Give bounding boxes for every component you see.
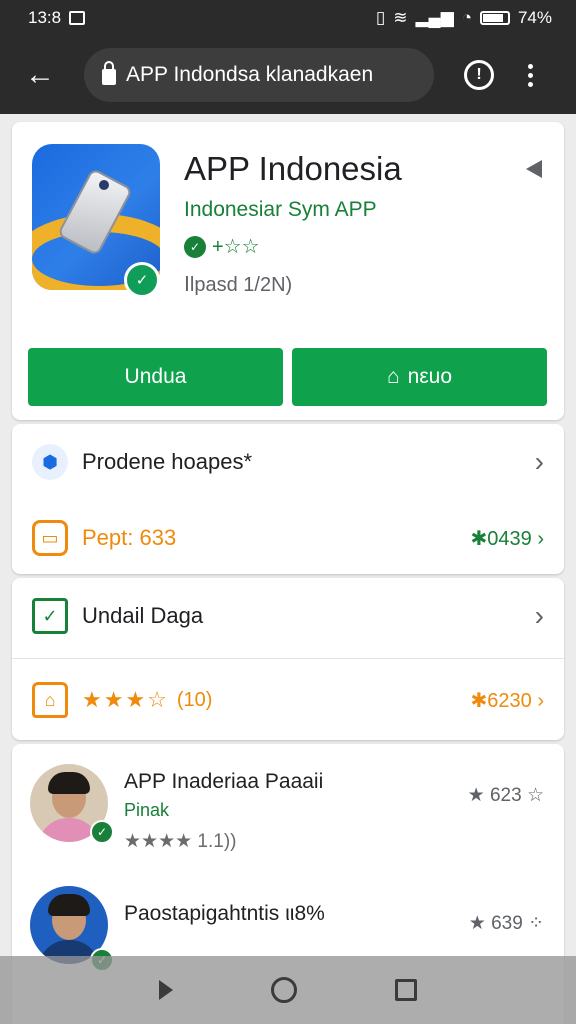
app-developer[interactable]: Indonesiar Sym APP — [184, 198, 377, 222]
back-arrow-icon[interactable]: ← — [16, 51, 64, 99]
alarm-icon: ◔ — [461, 8, 472, 27]
url-bar[interactable]: APP Indondsa klanadkaen — [84, 48, 434, 102]
rating-count: (10) — [176, 688, 213, 711]
browser-toolbar: ← APP Indondsa klanadkaen ! — [0, 36, 576, 114]
rating-stars: ★★★☆ — [82, 687, 169, 712]
install-label: Undua — [124, 365, 187, 388]
editor-choice-icon: ✓ — [184, 235, 206, 258]
lock-outline-icon: ⌂ — [32, 682, 68, 718]
install-button[interactable]: Undua — [28, 348, 283, 406]
rating-stars: +☆☆ — [212, 236, 260, 258]
review-stars: ★★★★ 1.1)) — [124, 831, 237, 852]
app-meta: Ⅰlpasd 1/2N) — [184, 274, 293, 296]
checkbox-icon: ✓ — [32, 598, 68, 634]
app-header-card: ✓ APP Indonesia Indonesiar Sym APP ✓ +☆☆… — [12, 122, 564, 420]
signal-icon: ▂▄▆ — [415, 8, 454, 27]
home-icon: ⌂ — [386, 365, 400, 388]
verified-check-icon: ✓ — [90, 820, 114, 844]
chevron-right-icon: › — [534, 446, 544, 477]
review-author: APP Inaderiaa Paaaii — [124, 770, 324, 793]
review-subtitle: Pinak — [124, 800, 170, 820]
open-button[interactable]: ⌂ nεuo — [292, 348, 547, 406]
ratings-row[interactable]: ✓ Undail Daga › — [12, 578, 564, 654]
chevron-right-icon: › — [534, 600, 544, 631]
page-content: ✓ APP Indonesia Indonesiar Sym APP ✓ +☆☆… — [0, 114, 576, 1024]
share-icon[interactable] — [526, 160, 542, 178]
app-rating: ✓ +☆☆ — [184, 234, 260, 259]
info-row[interactable]: ▭ Pept: 633 ✱0439 › — [12, 500, 564, 576]
battery-icon — [479, 11, 510, 25]
review-score: ★ 623 ☆ — [467, 785, 544, 806]
wifi-icon: ≋ — [393, 8, 408, 27]
nav-home-icon[interactable] — [271, 977, 297, 1003]
update-icon[interactable]: ! — [464, 60, 494, 90]
details-row[interactable]: ⬢ Prodene hoapes* › — [12, 424, 564, 500]
battery-level: 74% — [517, 8, 552, 27]
wallet-icon: ▭ — [32, 520, 68, 556]
vibrate-icon: ▯ — [375, 8, 386, 27]
ratings-card: ✓ Undail Daga › ⌂ ★★★☆ (10) ✱6230 › — [12, 578, 564, 740]
info-label: Pept: 633 — [82, 525, 177, 550]
nav-back-icon[interactable] — [159, 980, 173, 1000]
shield-icon: ⬢ — [32, 444, 68, 480]
verified-badge-icon: ✓ — [124, 262, 160, 298]
review-item[interactable]: ✓ APP Inaderiaa Paaaii Pinak ★★★★ 1.1)) … — [12, 764, 564, 874]
stars-row[interactable]: ⌂ ★★★☆ (10) ✱6230 › — [12, 662, 564, 738]
ratings-label: Undail Daga — [82, 603, 204, 628]
clock: 13:8 — [28, 8, 62, 27]
app-title: APP Indonesia — [184, 150, 402, 187]
system-nav-bar — [0, 956, 576, 1024]
rating-value: ✱6230 › — [470, 689, 544, 712]
status-bar: 13:8 ▯ ≋ ▂▄▆ ◔ 74% — [0, 0, 576, 36]
nav-recents-icon[interactable] — [395, 979, 417, 1001]
review-author: Paostapigahtntis ιι8% — [124, 902, 325, 925]
overflow-menu-icon[interactable] — [528, 63, 533, 87]
lock-icon — [102, 61, 116, 85]
url-text: APP Indondsa klanadkaen — [126, 63, 374, 86]
review-score: ★ 639 ⁘ — [468, 913, 544, 934]
info-value: ✱0439 › — [470, 527, 544, 550]
open-label: nεuo — [407, 365, 453, 388]
details-card: ⬢ Prodene hoapes* › ▭ Pept: 633 ✱0439 › — [12, 424, 564, 574]
gallery-notification-icon — [69, 11, 86, 25]
details-label: Prodene hoapes* — [82, 449, 253, 474]
divider — [12, 658, 564, 659]
